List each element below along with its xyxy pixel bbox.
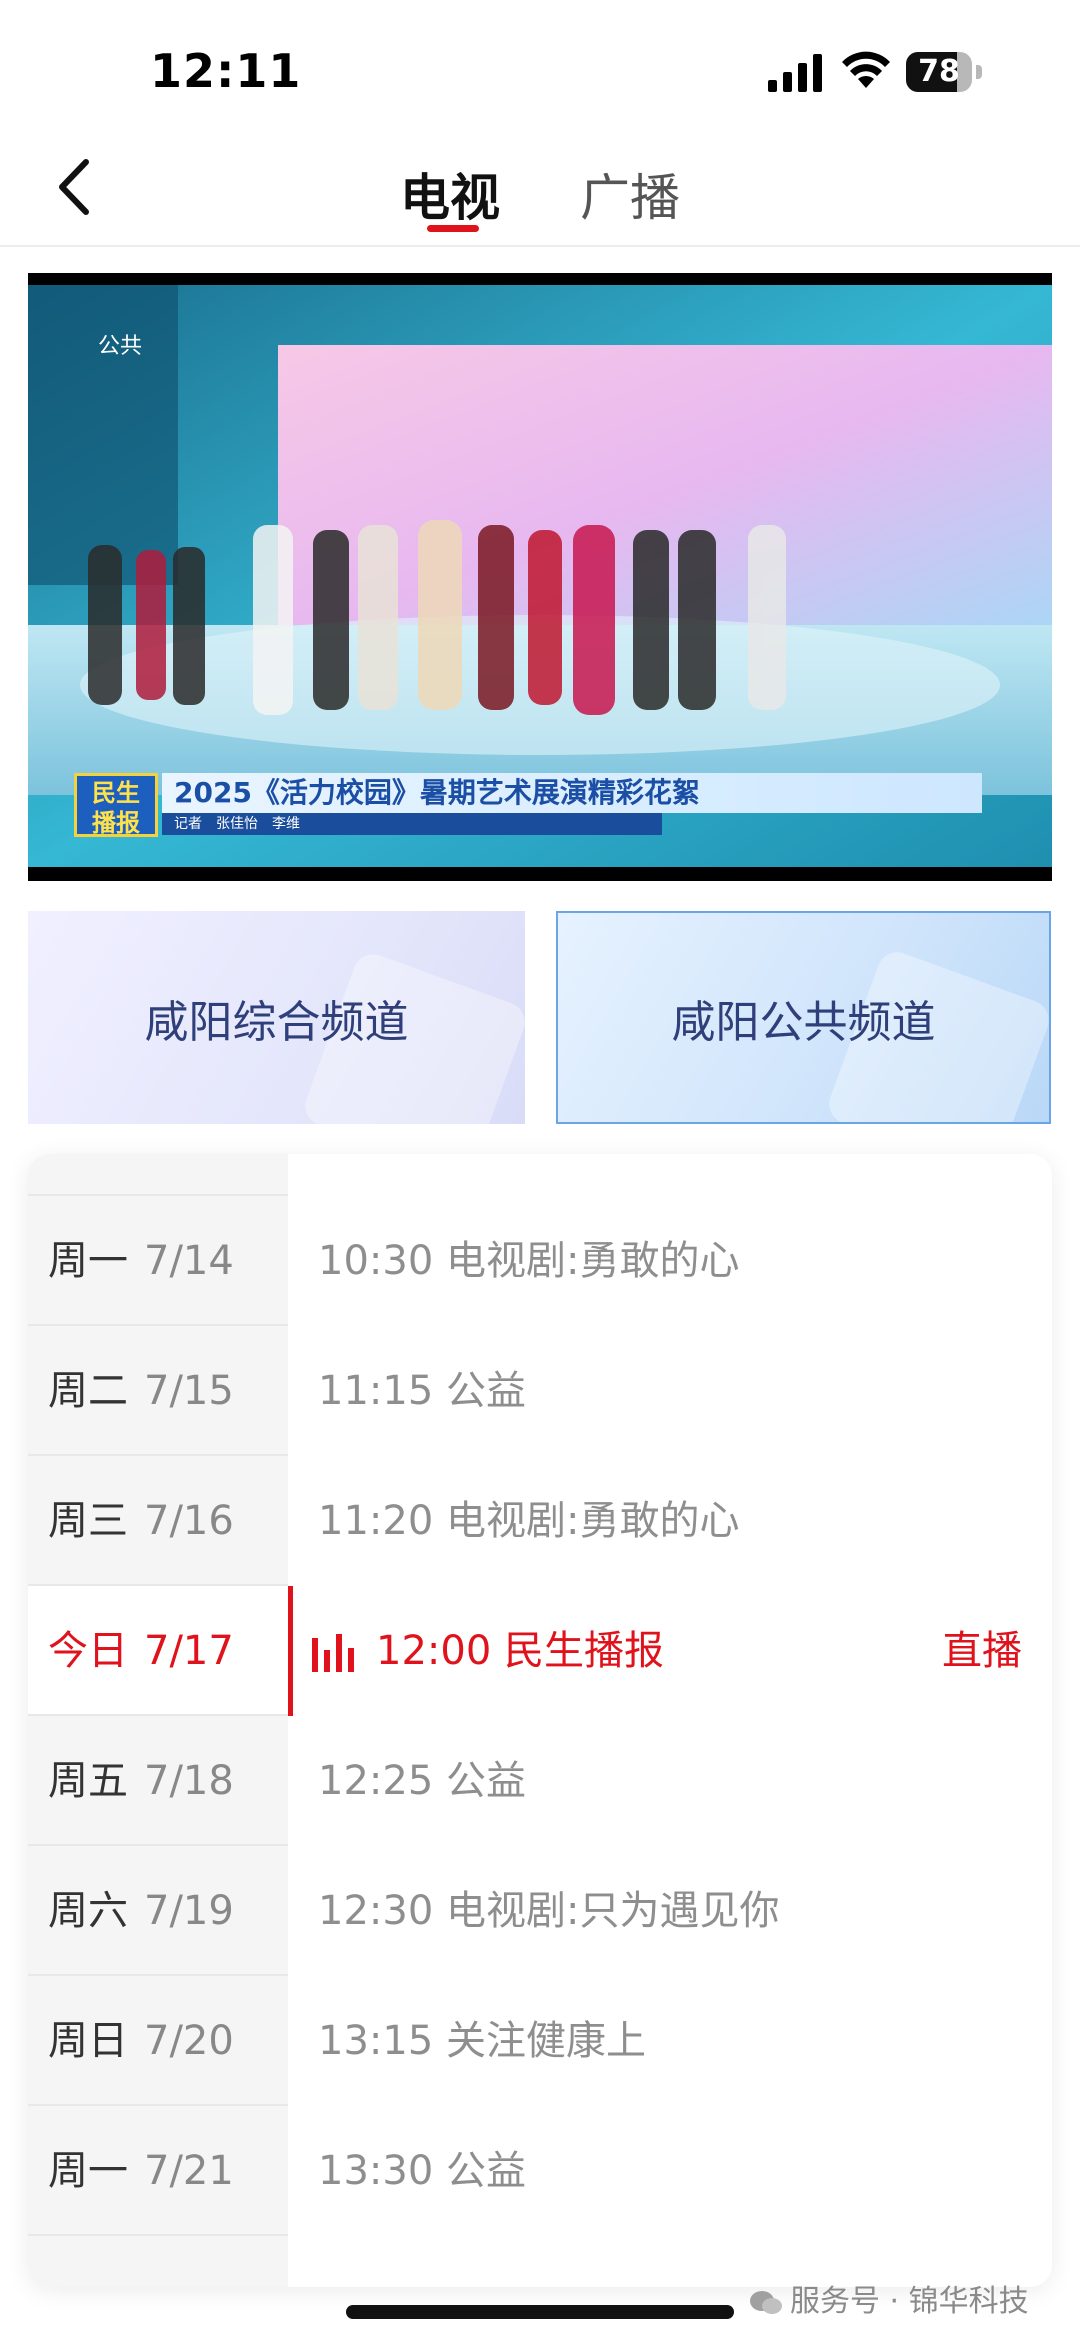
caption-badge: 民生 播报 [74,773,158,837]
day-date: 7/19 [144,1888,234,1934]
program-title: 10:30 电视剧:勇敢的心 [318,1238,740,1284]
day-date: 7/17 [144,1628,234,1674]
program-row[interactable]: 11:20 电视剧:勇敢的心 [288,1456,1052,1586]
schedule-day-5[interactable]: 周五 7/18 [28,1716,288,1846]
cellular-signal-icon [768,54,822,92]
news-caption: 民生 播报 2025《活力校园》暑期艺术展演精彩花絮 记者 张佳怡 李维 [74,773,1050,837]
home-indicator[interactable] [346,2305,734,2319]
caption-title: 2025《活力校园》暑期艺术展演精彩花絮 [162,773,982,813]
day-date: 7/16 [144,1498,234,1544]
program-list: 10:20 一线报道 10:30 电视剧:勇敢的心 11:15 公益 11:20 电视… [288,1154,1052,2287]
program-schedule[interactable]: 周日7/13 周一 7/14 周二 7/15 周三 7/16 今日 7/17 周五 7/18 周六 7/… [28,1154,1052,2287]
schedule-day-8[interactable]: 周一 7/21 [28,2106,288,2236]
watermark: 服务号 · 锦华科技 [748,2276,1029,2320]
video-player[interactable]: 公共 民生 播报 2025《活力校园》暑期艺术展演精彩花絮 记者 张佳怡 李维 [28,273,1052,881]
status-bar: 12:11 78 [0,0,1080,140]
day-list: 周日7/13 周一 7/14 周二 7/15 周三 7/16 今日 7/17 周五 7/18 周六 7/… [28,1154,288,2287]
nav-header: 电视 广播 [0,140,1080,247]
program-row[interactable]: 12:25 公益 [288,1716,1052,1846]
channel-button-xianyang-general[interactable]: 咸阳综合频道 [28,911,525,1124]
caption-reporters: 记者 张佳怡 李维 [162,813,662,835]
schedule-day-1[interactable]: 周一 7/14 [28,1196,288,1326]
channel-button-xianyang-public[interactable]: 咸阳公共频道 [556,911,1051,1124]
program-row-live[interactable]: 12:00 民生播报 直播 [288,1586,1052,1716]
program-row[interactable]: 10:30 电视剧:勇敢的心 [288,1196,1052,1326]
day-name: 周六 [48,1888,128,1934]
schedule-day-3[interactable]: 周三 7/16 [28,1456,288,1586]
tab-radio[interactable]: 广播 [580,158,680,230]
schedule-day-9[interactable] [28,2236,288,2287]
wechat-icon [750,2290,782,2314]
day-name: 周二 [48,1368,128,1414]
program-title: 13:30 公益 [318,2148,526,2194]
back-arrow-icon[interactable] [46,152,106,222]
active-tab-indicator [427,225,479,232]
day-name: 周一 [48,1238,128,1284]
program-title: 11:15 公益 [318,1368,526,1414]
schedule-day-2[interactable]: 周二 7/15 [28,1326,288,1456]
day-date: 7/18 [144,1758,234,1804]
program-row[interactable]: 13:30 公益 [288,2106,1052,2236]
schedule-day-7[interactable]: 周日 7/20 [28,1976,288,2106]
channel-label: 咸阳综合频道 [144,996,409,1048]
channel-logo: 公共 [98,334,143,359]
schedule-day-6[interactable]: 周六 7/19 [28,1846,288,1976]
channel-label: 咸阳公共频道 [671,996,936,1048]
day-name: 周一 [48,2148,128,2194]
battery-icon: 78 [906,52,984,92]
program-title: 12:25 公益 [318,1758,526,1804]
program-title: 12:30 电视剧:只为遇见你 [318,1888,780,1934]
program-row[interactable]: 10:20 一线报道 [288,1154,1052,1196]
day-name: 周日 [48,2018,128,2064]
day-name: 今日 [48,1628,128,1674]
program-title: 12:00 民生播报 [376,1628,664,1674]
day-date: 7/21 [144,2148,234,2194]
day-date: 7/15 [144,1368,234,1414]
program-title: 13:15 关注健康上 [318,2018,646,2064]
program-row[interactable]: 12:30 电视剧:只为遇见你 [288,1846,1052,1976]
wifi-icon [842,51,890,88]
program-title: 11:20 电视剧:勇敢的心 [318,1498,740,1544]
now-playing-icon [312,1634,354,1672]
schedule-day-0[interactable]: 周日7/13 [28,1154,288,1196]
watermark-text: 服务号 · 锦华科技 [790,2284,1029,2319]
program-row[interactable]: 13:15 关注健康上 [288,1976,1052,2106]
program-row[interactable]: 11:15 公益 [288,1326,1052,1456]
day-date: 7/20 [144,2018,234,2064]
schedule-day-4[interactable]: 今日 7/17 [28,1586,288,1716]
tab-tv[interactable]: 电视 [400,158,500,230]
day-name: 周五 [48,1758,128,1804]
current-program-marker [288,1586,293,1716]
live-badge: 直播 [942,1628,1022,1674]
battery-percent: 78 [918,54,960,89]
status-time: 12:11 [150,44,302,98]
day-name: 周三 [48,1498,128,1544]
day-date: 7/14 [144,1238,234,1284]
